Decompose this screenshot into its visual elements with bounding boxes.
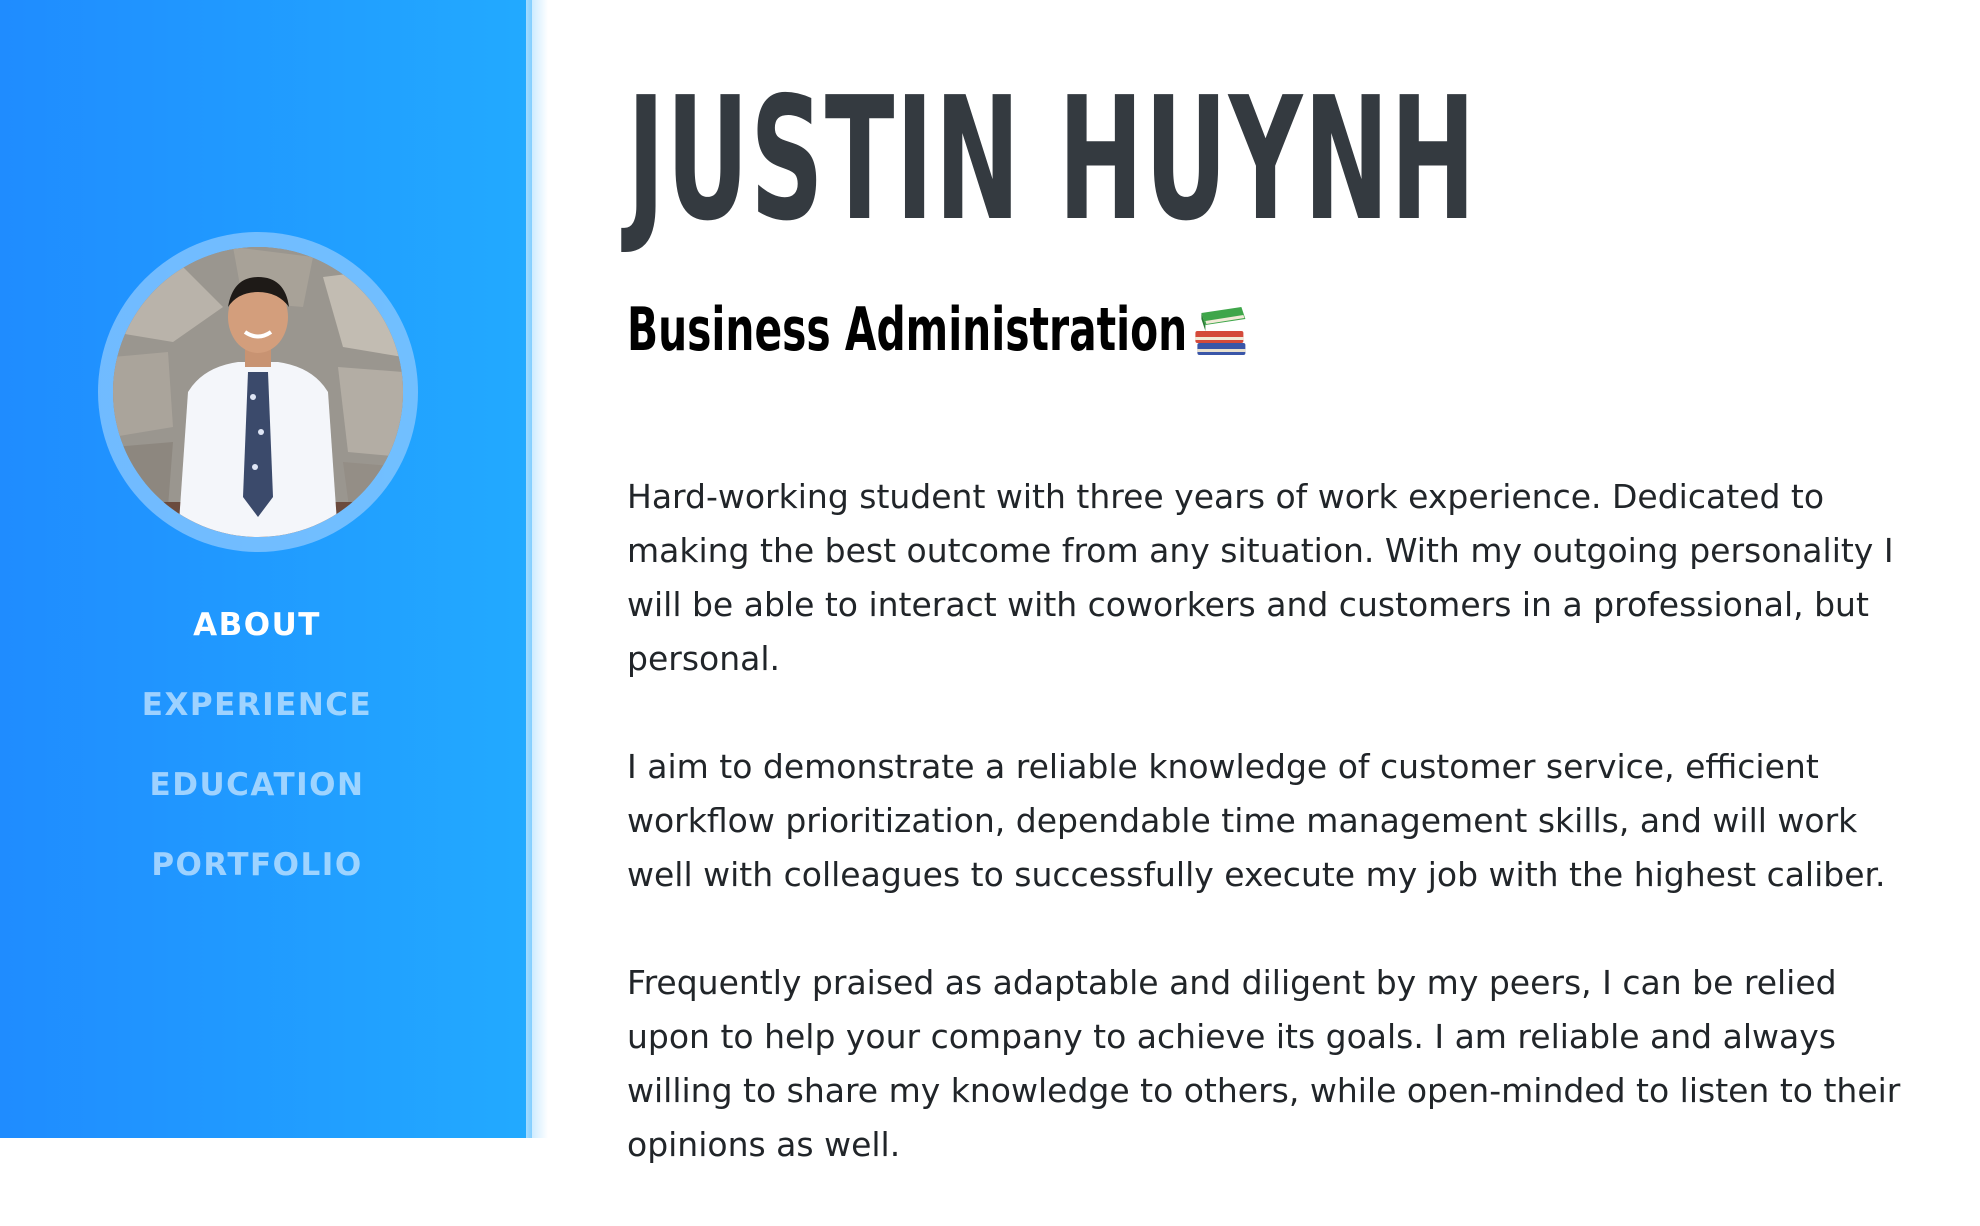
- about-paragraph: I aim to demonstrate a reliable knowledg…: [627, 747, 1886, 894]
- nav-item-education[interactable]: EDUCATION: [0, 760, 514, 840]
- sidebar-edge-glow: [526, 0, 548, 1138]
- about-paragraph: Hard-working student with three years of…: [627, 477, 1894, 678]
- nav-item-experience[interactable]: EXPERIENCE: [0, 680, 514, 760]
- profile-photo: [113, 247, 403, 537]
- page-title: JUSTIN HUYNH: [627, 61, 1477, 259]
- subtitle: Business Administration: [627, 290, 1246, 370]
- sidebar-nav: ABOUT EXPERIENCE EDUCATION PORTFOLIO: [0, 600, 514, 920]
- about-paragraph: Frequently praised as adaptable and dili…: [627, 963, 1901, 1164]
- avatar-ring: [98, 232, 418, 552]
- about-section: JUSTIN HUYNH Business Administration Har…: [627, 0, 1927, 1164]
- avatar: [113, 247, 403, 537]
- subtitle-text: Business Administration: [627, 295, 1188, 365]
- sidebar: ABOUT EXPERIENCE EDUCATION PORTFOLIO: [0, 0, 532, 1138]
- nav-item-portfolio[interactable]: PORTFOLIO: [0, 840, 514, 920]
- books-icon: [1195, 307, 1246, 356]
- about-text: Hard-working student with three years of…: [627, 470, 1927, 1226]
- nav-item-about[interactable]: ABOUT: [0, 600, 514, 680]
